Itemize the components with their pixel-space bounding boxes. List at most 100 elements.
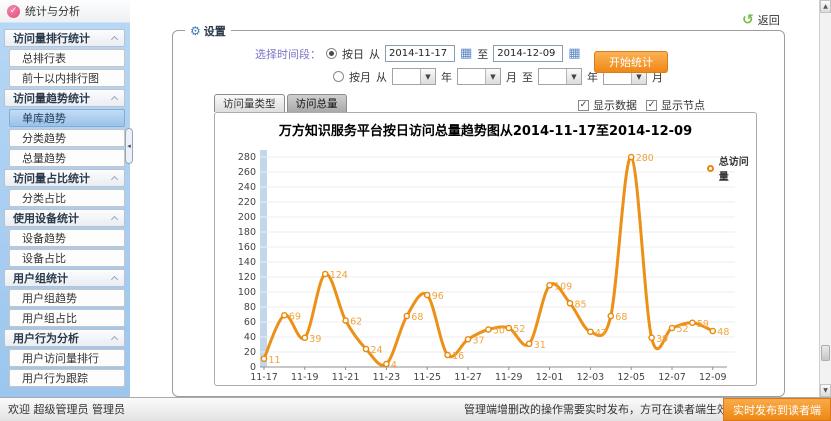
svg-text:11-19: 11-19: [291, 372, 319, 383]
sidebar-collapse-handle[interactable]: ◂: [125, 128, 133, 164]
month-from-select[interactable]: ▼: [457, 68, 501, 85]
sidebar-item[interactable]: 分类占比: [9, 189, 125, 207]
sidebar-section-header[interactable]: 访问量占比统计: [4, 169, 125, 187]
scroll-down-icon[interactable]: ▼: [820, 384, 831, 397]
settings-panel: ⚙ 设置 选择时间段： 按日 从 ▦ 至 ▦ 按月 从 ▼ 年 ▼ 月 至 ▼ …: [172, 30, 785, 397]
svg-text:52: 52: [677, 324, 689, 335]
svg-text:12-05: 12-05: [617, 372, 645, 383]
month-to-label: 至: [522, 69, 533, 85]
year-from-select[interactable]: ▼: [392, 68, 436, 85]
year-to-select[interactable]: ▼: [538, 68, 582, 85]
sidebar-item[interactable]: 单库趋势: [9, 109, 125, 127]
chevron-up-icon: [111, 275, 118, 282]
svg-text:80: 80: [244, 302, 256, 313]
sidebar-item[interactable]: 用户组趋势: [9, 289, 125, 307]
sidebar-item[interactable]: 分类趋势: [9, 129, 125, 147]
chevron-up-icon: [111, 95, 118, 102]
back-arrow-icon: ↺: [742, 14, 754, 26]
to-label: 至: [477, 46, 488, 62]
month-label: 月: [506, 69, 517, 85]
date-from-input[interactable]: [385, 45, 455, 62]
by-month-radio[interactable]: [333, 71, 344, 82]
trend-line-chart: 0204060801001201401601802002202402602801…: [215, 113, 756, 385]
sidebar-item[interactable]: 用户组占比: [9, 309, 125, 327]
chart-container: 万方知识服务平台按日访问总量趋势图从2014-11-17至2014-12-09 …: [214, 112, 757, 386]
publish-notice-text: 管理端增删改的操作需要实时发布，方可在读者端生效！: [464, 398, 739, 421]
svg-text:12-07: 12-07: [658, 372, 686, 383]
section-label: 用户组统计: [13, 270, 68, 286]
sidebar-title: 统计与分析: [25, 3, 80, 19]
dropdown-arrow-icon: ▼: [485, 69, 500, 84]
sidebar-item[interactable]: 总量趋势: [9, 149, 125, 167]
svg-text:40: 40: [244, 332, 256, 343]
back-label: 返回: [758, 12, 780, 28]
month-from-label: 从: [376, 69, 387, 85]
svg-text:39: 39: [656, 334, 668, 345]
welcome-text: 欢迎 超级管理员 管理员: [8, 398, 125, 421]
tab-active[interactable]: 访问总量: [287, 94, 347, 112]
scroll-up-icon[interactable]: ▲: [820, 0, 831, 13]
sidebar-section-header[interactable]: 用户组统计: [4, 269, 125, 287]
svg-text:200: 200: [238, 212, 256, 223]
svg-text:140: 140: [238, 257, 256, 268]
show-nodes-label: 显示节点: [661, 97, 705, 113]
sidebar-item[interactable]: 用户访问量排行: [9, 349, 125, 367]
year-label: 年: [441, 69, 452, 85]
svg-text:260: 260: [238, 167, 256, 178]
show-data-option[interactable]: ✓ 显示数据: [578, 97, 637, 113]
show-nodes-checkbox[interactable]: ✓: [646, 100, 657, 111]
date-to-input[interactable]: [493, 45, 563, 62]
svg-text:50: 50: [493, 326, 505, 337]
svg-text:16: 16: [452, 351, 464, 362]
tab-bar: 访问量类型访问总量: [214, 94, 347, 112]
sidebar-section-header[interactable]: 使用设备统计: [4, 209, 125, 227]
sidebar-item[interactable]: 设备占比: [9, 249, 125, 267]
svg-text:12-09: 12-09: [699, 372, 727, 383]
svg-text:62: 62: [350, 317, 362, 328]
sidebar-section-header[interactable]: 访问量排行统计: [4, 29, 125, 47]
svg-text:20: 20: [244, 347, 256, 358]
svg-text:11-17: 11-17: [250, 372, 278, 383]
svg-text:68: 68: [411, 312, 423, 323]
by-day-label: 按日: [342, 46, 364, 62]
sidebar-header: ✓ 统计与分析: [0, 0, 130, 22]
start-statistics-button[interactable]: 开始统计: [594, 51, 668, 73]
show-data-checkbox[interactable]: ✓: [578, 100, 589, 111]
from-label: 从: [369, 46, 380, 62]
section-label: 访问量占比统计: [13, 170, 90, 186]
show-nodes-option[interactable]: ✓ 显示节点: [646, 97, 705, 113]
vertical-scrollbar[interactable]: ▲ ▼: [819, 0, 831, 397]
svg-text:11-27: 11-27: [454, 372, 482, 383]
chevron-up-icon: [111, 215, 118, 222]
svg-text:60: 60: [244, 317, 256, 328]
sidebar-item[interactable]: 前十以内排行图: [9, 69, 125, 87]
svg-text:12-01: 12-01: [536, 372, 564, 383]
svg-text:4: 4: [391, 360, 397, 371]
sidebar-item[interactable]: 总排行表: [9, 49, 125, 67]
dropdown-arrow-icon: ▼: [420, 69, 435, 84]
section-label: 访问量排行统计: [13, 30, 90, 46]
back-link[interactable]: ↺ 返回: [742, 12, 780, 28]
sidebar-menu: 访问量排行统计总排行表前十以内排行图访问量趋势统计单库趋势分类趋势总量趋势访问量…: [0, 23, 130, 387]
section-label: 访问量趋势统计: [13, 90, 90, 106]
svg-text:160: 160: [238, 242, 256, 253]
sidebar-section-header[interactable]: 访问量趋势统计: [4, 89, 125, 107]
sidebar-section-header[interactable]: 用户行为分析: [4, 329, 125, 347]
publish-button[interactable]: 实时发布到读者端: [723, 398, 831, 421]
calendar-icon[interactable]: ▦: [568, 47, 580, 60]
svg-text:59: 59: [697, 319, 709, 330]
chart-legend: 总访问量: [707, 153, 756, 183]
svg-text:11-29: 11-29: [495, 372, 523, 383]
sidebar-item[interactable]: 设备趋势: [9, 229, 125, 247]
by-day-radio[interactable]: [326, 48, 337, 59]
by-day-row: 选择时间段： 按日 从 ▦ 至 ▦: [255, 45, 581, 62]
svg-text:280: 280: [636, 153, 654, 164]
scrollbar-thumb[interactable]: [821, 345, 830, 361]
calendar-icon[interactable]: ▦: [460, 47, 472, 60]
svg-text:24: 24: [371, 345, 383, 356]
tab-inactive[interactable]: 访问量类型: [214, 94, 285, 112]
svg-text:11-21: 11-21: [332, 372, 360, 383]
series-marker-icon: [707, 165, 714, 172]
sidebar-item[interactable]: 用户行为跟踪: [9, 369, 125, 387]
check-badge-icon: ✓: [7, 5, 20, 18]
